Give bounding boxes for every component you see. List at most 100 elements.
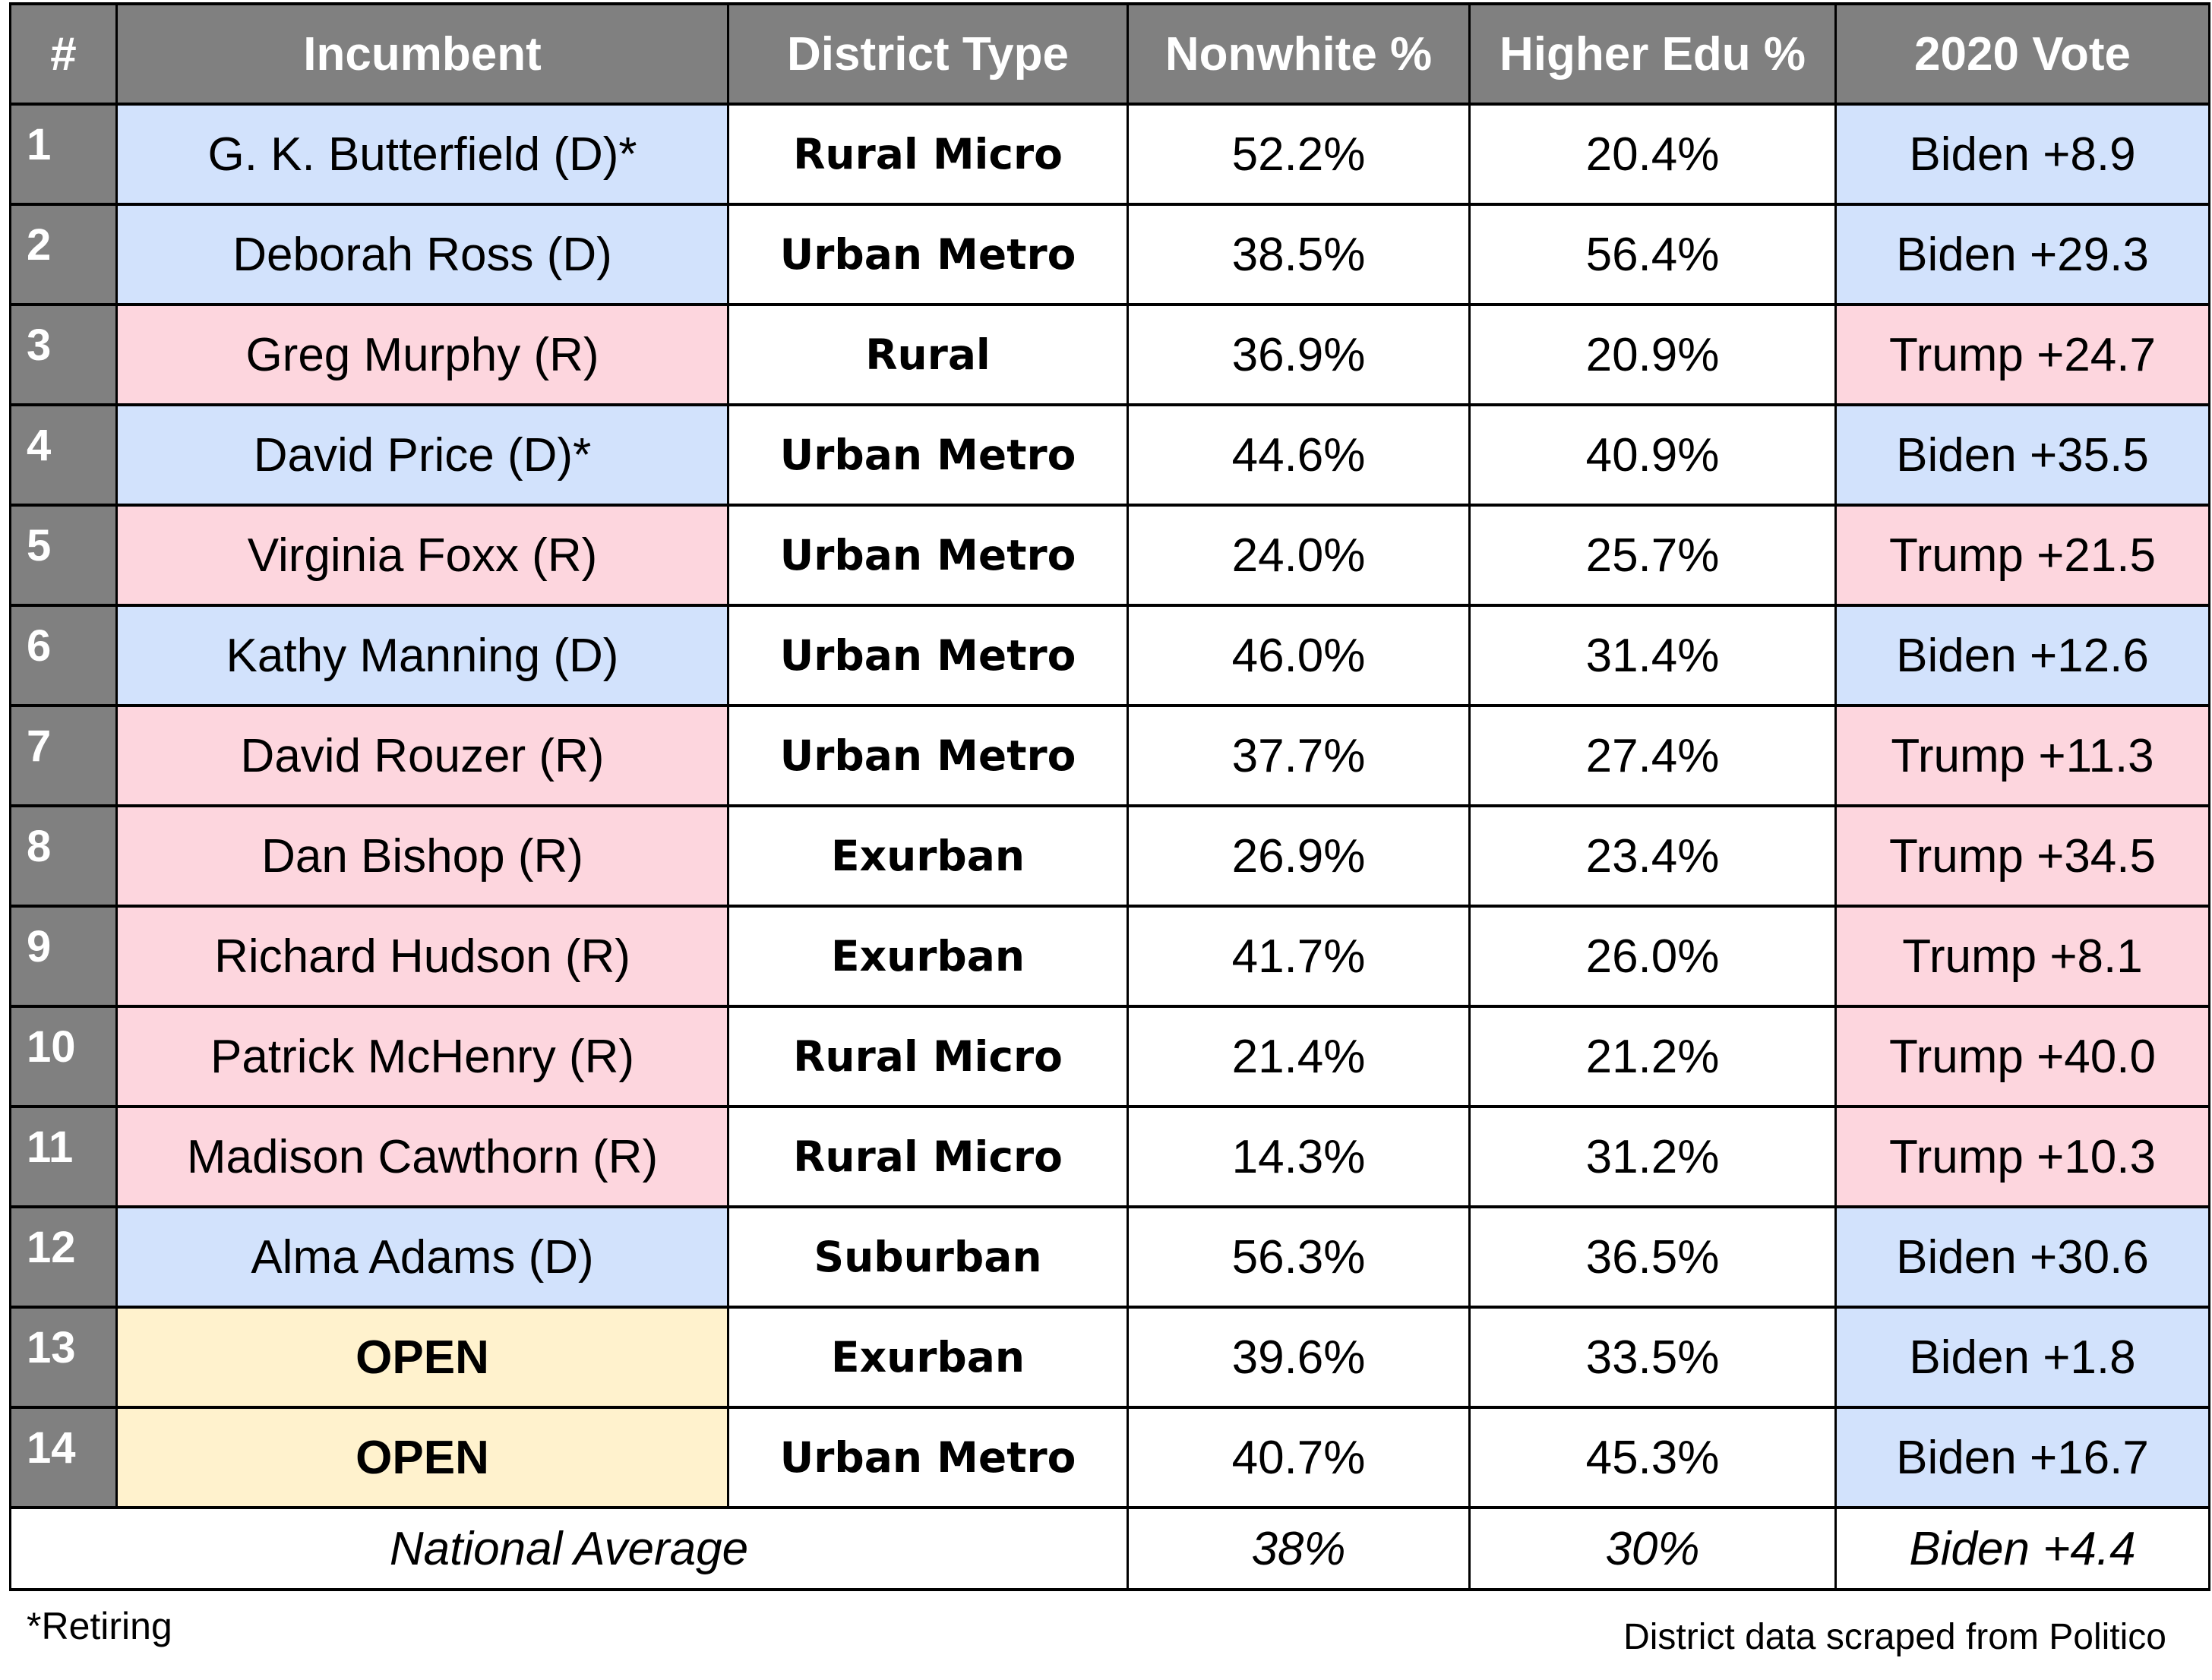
vote-cell: Biden +12.6	[1834, 604, 2210, 707]
column-header-2020-vote: 2020 Vote	[1834, 2, 2210, 106]
vote-cell: Biden +1.8	[1834, 1306, 2210, 1409]
district-number: 6	[9, 604, 118, 707]
district-type-cell: Urban Metro	[727, 1406, 1129, 1509]
table-body: 1 G. K. Butterfield (D)* Rural Micro 52.2% 2…	[9, 103, 2210, 1591]
vote-cell: Biden +29.3	[1834, 203, 2210, 306]
nonwhite-cell: 14.3%	[1127, 1105, 1471, 1208]
nonwhite-cell: 37.7%	[1127, 704, 1471, 807]
higher-edu-cell: 23.4%	[1468, 804, 1837, 908]
table-row: 10 Patrick McHenry (R) Rural Micro 21.4% 21.…	[9, 1005, 2210, 1108]
nonwhite-cell: 40.7%	[1127, 1406, 1471, 1509]
table-row: 6 Kathy Manning (D) Urban Metro 46.0% 31.4% B…	[9, 604, 2210, 707]
vote-cell: Trump +24.7	[1834, 303, 2210, 406]
higher-edu-cell: 25.7%	[1468, 504, 1837, 607]
nonwhite-cell: 38.5%	[1127, 203, 1471, 306]
district-number: 4	[9, 403, 118, 507]
district-number: 11	[9, 1105, 118, 1208]
table-row: 3 Greg Murphy (R) Rural 36.9% 20.9% Trump +24…	[9, 303, 2210, 406]
national-average-higher-edu: 30%	[1468, 1506, 1837, 1591]
incumbent-cell: G. K. Butterfield (D)*	[115, 103, 729, 206]
higher-edu-cell: 20.9%	[1468, 303, 1837, 406]
higher-edu-cell: 27.4%	[1468, 704, 1837, 807]
vote-cell: Trump +10.3	[1834, 1105, 2210, 1208]
incumbent-cell: Virginia Foxx (R)	[115, 504, 729, 607]
district-number: 3	[9, 303, 118, 406]
national-average-label: National Average	[9, 1506, 1129, 1591]
table-row: 5 Virginia Foxx (R) Urban Metro 24.0% 25.7% T…	[9, 504, 2210, 607]
nonwhite-cell: 24.0%	[1127, 504, 1471, 607]
district-type-cell: Exurban	[727, 804, 1129, 908]
vote-cell: Biden +16.7	[1834, 1406, 2210, 1509]
district-table: # Incumbent District Type Nonwhite % Hig…	[9, 2, 2210, 1591]
table-row: 7 David Rouzer (R) Urban Metro 37.7% 27.4% Tr…	[9, 704, 2210, 807]
district-table-container: # Incumbent District Type Nonwhite % Hig…	[9, 2, 2210, 1591]
district-type-cell: Exurban	[727, 1306, 1129, 1409]
district-type-cell: Rural Micro	[727, 103, 1129, 206]
incumbent-cell: David Rouzer (R)	[115, 704, 729, 807]
header-row: # Incumbent District Type Nonwhite % Hig…	[9, 2, 2210, 106]
incumbent-cell: Dan Bishop (R)	[115, 804, 729, 908]
incumbent-cell: OPEN	[115, 1306, 729, 1409]
column-header-number: #	[9, 2, 118, 106]
district-number: 7	[9, 704, 118, 807]
incumbent-cell: Kathy Manning (D)	[115, 604, 729, 707]
table-row: 2 Deborah Ross (D) Urban Metro 38.5% 56.4% Bi…	[9, 203, 2210, 306]
district-number: 13	[9, 1306, 118, 1409]
nonwhite-cell: 44.6%	[1127, 403, 1471, 507]
vote-cell: Trump +21.5	[1834, 504, 2210, 607]
incumbent-cell: Greg Murphy (R)	[115, 303, 729, 406]
incumbent-cell: Madison Cawthorn (R)	[115, 1105, 729, 1208]
column-header-higher-edu: Higher Edu %	[1468, 2, 1837, 106]
district-number: 10	[9, 1005, 118, 1108]
district-number: 2	[9, 203, 118, 306]
nonwhite-cell: 26.9%	[1127, 804, 1471, 908]
district-number: 8	[9, 804, 118, 908]
table-row: 8 Dan Bishop (R) Exurban 26.9% 23.4% Trump +3…	[9, 804, 2210, 908]
table-row: 14 OPEN Urban Metro 40.7% 45.3% Biden +16.7	[9, 1406, 2210, 1509]
higher-edu-cell: 31.2%	[1468, 1105, 1837, 1208]
vote-cell: Trump +40.0	[1834, 1005, 2210, 1108]
incumbent-cell: David Price (D)*	[115, 403, 729, 507]
district-type-cell: Rural	[727, 303, 1129, 406]
district-type-cell: Urban Metro	[727, 203, 1129, 306]
higher-edu-cell: 40.9%	[1468, 403, 1837, 507]
column-header-nonwhite: Nonwhite %	[1127, 2, 1471, 106]
higher-edu-cell: 56.4%	[1468, 203, 1837, 306]
incumbent-cell: Alma Adams (D)	[115, 1205, 729, 1309]
vote-cell: Trump +11.3	[1834, 704, 2210, 807]
incumbent-cell: Richard Hudson (R)	[115, 905, 729, 1008]
district-type-cell: Urban Metro	[727, 704, 1129, 807]
vote-cell: Biden +35.5	[1834, 403, 2210, 507]
higher-edu-cell: 36.5%	[1468, 1205, 1837, 1309]
national-average-nonwhite: 38%	[1127, 1506, 1471, 1591]
vote-cell: Biden +30.6	[1834, 1205, 2210, 1309]
higher-edu-cell: 20.4%	[1468, 103, 1837, 206]
table-row: 11 Madison Cawthorn (R) Rural Micro 14.3% 31…	[9, 1105, 2210, 1208]
table-row: 13 OPEN Exurban 39.6% 33.5% Biden +1.8	[9, 1306, 2210, 1409]
incumbent-cell: Patrick McHenry (R)	[115, 1005, 729, 1108]
table-row: 4 David Price (D)* Urban Metro 44.6% 40.9% Bi…	[9, 403, 2210, 507]
higher-edu-cell: 26.0%	[1468, 905, 1837, 1008]
nonwhite-cell: 21.4%	[1127, 1005, 1471, 1108]
district-type-cell: Urban Metro	[727, 504, 1129, 607]
higher-edu-cell: 45.3%	[1468, 1406, 1837, 1509]
column-header-incumbent: Incumbent	[115, 2, 729, 106]
national-average-vote: Biden +4.4	[1834, 1506, 2210, 1591]
vote-cell: Trump +34.5	[1834, 804, 2210, 908]
nonwhite-cell: 41.7%	[1127, 905, 1471, 1008]
table-row: 12 Alma Adams (D) Suburban 56.3% 36.5% Biden …	[9, 1205, 2210, 1309]
nonwhite-cell: 36.9%	[1127, 303, 1471, 406]
nonwhite-cell: 46.0%	[1127, 604, 1471, 707]
column-header-district-type: District Type	[727, 2, 1129, 106]
district-type-cell: Urban Metro	[727, 403, 1129, 507]
incumbent-cell: OPEN	[115, 1406, 729, 1509]
retiring-footnote: *Retiring	[27, 1605, 172, 1647]
vote-cell: Biden +8.9	[1834, 103, 2210, 206]
district-number: 9	[9, 905, 118, 1008]
district-type-cell: Rural Micro	[727, 1105, 1129, 1208]
district-number: 12	[9, 1205, 118, 1309]
district-type-cell: Urban Metro	[727, 604, 1129, 707]
higher-edu-cell: 31.4%	[1468, 604, 1837, 707]
source-note: District data scraped from Politico	[1623, 1617, 2166, 1657]
district-number: 5	[9, 504, 118, 607]
